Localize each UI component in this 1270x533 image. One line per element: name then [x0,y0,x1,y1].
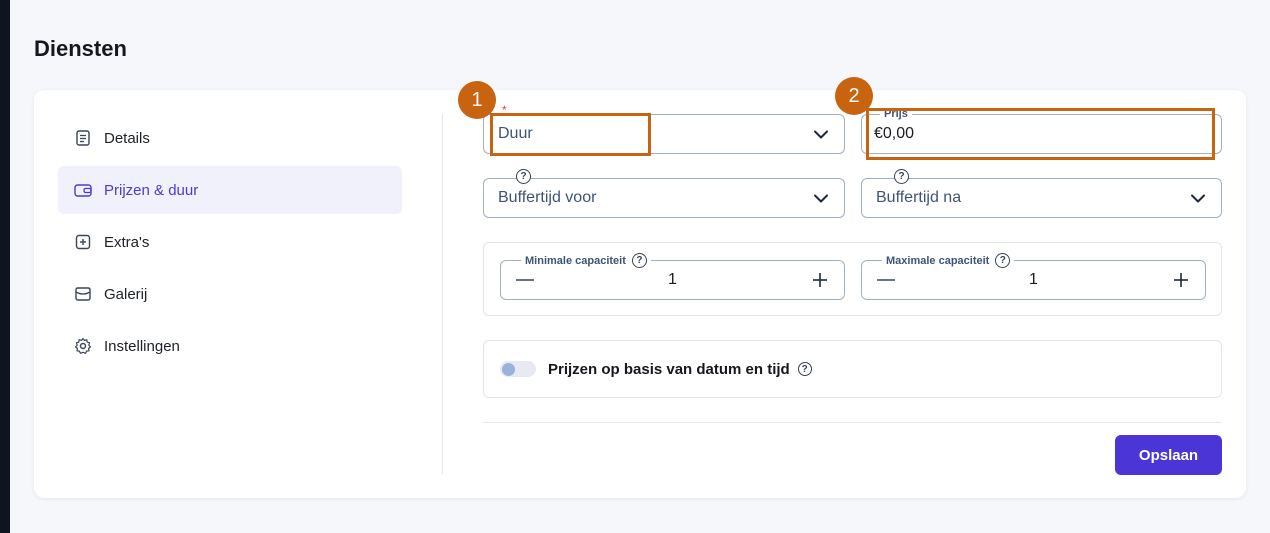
buffer-after-select[interactable]: ? Buffertijd na [861,169,1222,218]
min-capacity-label: Minimale capaciteit ? [521,253,651,268]
date-time-pricing-toggle[interactable] [500,361,536,377]
price-input[interactable]: Prijs €0,00 [861,107,1222,154]
save-button[interactable]: Opslaan [1115,435,1222,475]
price-value: €0,00 [874,125,915,142]
toggle-knob [502,363,515,376]
help-icon[interactable]: ? [894,169,909,184]
footer-divider [483,422,1222,423]
sidebar-nav: Details Prijzen & duur Extra's Galerij I… [58,114,402,374]
max-capacity-value[interactable]: 1 [1029,271,1038,289]
increment-button[interactable] [1171,270,1191,290]
help-icon[interactable]: ? [995,253,1011,268]
sidebar-item-settings[interactable]: Instellingen [58,322,402,370]
max-capacity-label: Maximale capaciteit ? [882,253,1015,268]
sidebar-item-label: Extra's [104,233,150,251]
capacity-group: Minimale capaciteit ? 1 Maximale capacit… [483,242,1222,316]
gear-icon [74,337,92,355]
section-divider [442,114,443,474]
min-capacity-label-text: Minimale capaciteit [525,254,626,267]
buffer-before-select[interactable]: ? Buffertijd voor [483,169,845,218]
sidebar-item-label: Details [104,129,150,147]
sidebar-item-details[interactable]: Details [58,114,402,162]
date-time-pricing-label: Prijzen op basis van datum en tijd [548,360,790,378]
gallery-icon [74,285,92,303]
sidebar-item-prices-duration[interactable]: Prijzen & duur [58,166,402,214]
chevron-down-icon [1189,189,1207,207]
window-edge [0,0,10,533]
price-label: Prijs [880,107,912,121]
annotation-badge-1: 1 [458,81,496,119]
duration-select[interactable]: * Duur [483,103,845,154]
buffer-before-placeholder: Buffertijd voor [498,189,597,206]
duration-placeholder: Duur [498,125,533,142]
sidebar-item-label: Instellingen [104,337,180,355]
max-capacity-stepper: Maximale capaciteit ? 1 [861,253,1206,300]
sidebar-item-extras[interactable]: Extra's [58,218,402,266]
decrement-button[interactable] [876,270,896,290]
sidebar-item-label: Prijzen & duur [104,181,199,199]
service-card: Details Prijzen & duur Extra's Galerij I… [34,90,1246,498]
annotation-badge-2: 2 [835,77,873,115]
help-icon[interactable]: ? [631,253,647,268]
document-icon [74,129,92,147]
required-mark: * [502,103,507,117]
plus-square-icon [74,233,92,251]
sidebar-item-gallery[interactable]: Galerij [58,270,402,318]
date-time-pricing-row: Prijzen op basis van datum en tijd ? [483,340,1222,398]
buffer-after-placeholder: Buffertijd na [876,189,962,206]
decrement-button[interactable] [515,270,535,290]
min-capacity-value[interactable]: 1 [668,271,677,289]
page-title: Diensten [34,36,127,61]
increment-button[interactable] [810,270,830,290]
help-icon[interactable]: ? [797,362,812,376]
min-capacity-stepper: Minimale capaciteit ? 1 [500,253,845,300]
help-icon[interactable]: ? [516,169,531,184]
wallet-icon [74,181,92,199]
chevron-down-icon [812,189,830,207]
max-capacity-label-text: Maximale capaciteit [886,254,990,267]
sidebar-item-label: Galerij [104,285,148,303]
chevron-down-icon [812,125,830,143]
